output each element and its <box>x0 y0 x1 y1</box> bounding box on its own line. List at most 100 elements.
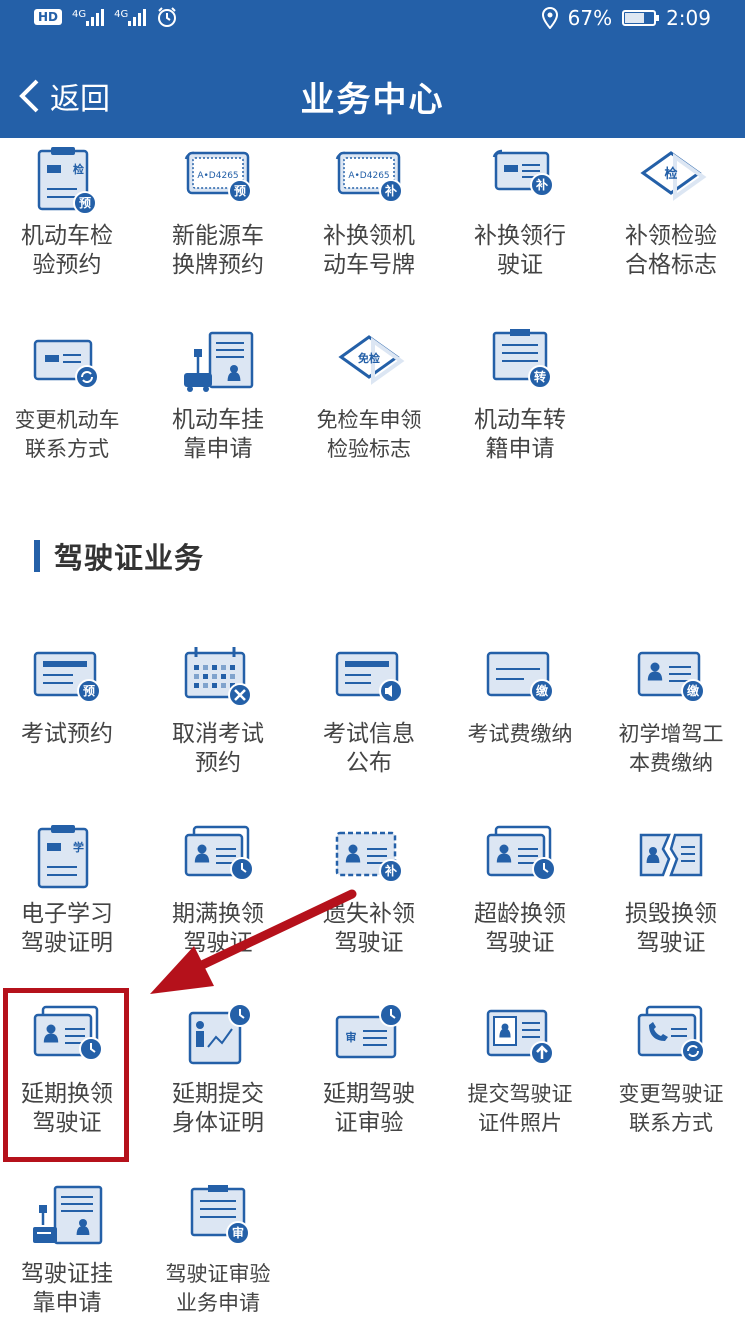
battery-icon <box>622 10 660 26</box>
service-item[interactable]: 补补换领行 驶证 <box>445 138 595 288</box>
service-label: 补换领机 动车号牌 <box>323 223 415 278</box>
exam-fee-card-icon: 缴 <box>486 651 554 703</box>
service-item[interactable]: 审延期驾驶 证审验 <box>294 996 444 1146</box>
service-label: 超龄换领 驾驶证 <box>474 901 566 956</box>
exam-announce-icon <box>335 651 403 703</box>
service-icon: 转 <box>470 322 570 402</box>
service-label: 延期提交 身体证明 <box>172 1081 264 1136</box>
service-item[interactable]: A•D4265 预新能源车 换牌预约 <box>143 138 293 288</box>
svg-text:免检: 免检 <box>358 351 380 365</box>
service-label: 变更驾驶证 联系方式 <box>618 1082 724 1135</box>
service-icon: 缴 <box>621 636 721 716</box>
service-icon <box>17 1176 117 1256</box>
service-label: 电子学习 驾驶证明 <box>21 901 113 956</box>
audit-card-clock-icon: 审 <box>335 1003 403 1059</box>
service-item[interactable]: 缴初学增驾工 本费缴纳 <box>596 636 745 786</box>
service-item[interactable]: 变更机动车 联系方式 <box>0 322 142 472</box>
calendar-cancel-icon <box>184 647 252 707</box>
service-item[interactable]: 预考试预约 <box>0 636 142 786</box>
service-item[interactable]: 取消考试 预约 <box>143 636 293 786</box>
service-label: 补领检验 合格标志 <box>625 223 717 278</box>
damaged-card-icon <box>639 833 703 877</box>
service-label: 补换领行 驶证 <box>474 223 566 278</box>
document-transfer-icon: 转 <box>492 329 552 389</box>
svg-text:补: 补 <box>384 183 397 198</box>
svg-text:补: 补 <box>535 177 548 192</box>
service-icon <box>470 996 570 1076</box>
service-item[interactable]: 考试信息 公布 <box>294 636 444 786</box>
status-bar: HD 4G 4G 67% 2:09 <box>0 0 745 40</box>
car-document-icon <box>184 331 254 392</box>
service-item[interactable]: 延期提交 身体证明 <box>143 996 293 1146</box>
svg-text:A•D4265: A•D4265 <box>197 171 238 181</box>
signal-bars-icon <box>86 8 105 26</box>
service-icon: 补 <box>319 816 419 896</box>
service-item[interactable]: 缴考试费缴纳 <box>445 636 595 786</box>
service-label: 考试信息 公布 <box>323 721 415 776</box>
license-section-header: 驾驶证业务 <box>34 538 205 575</box>
license-document-icon <box>33 1185 103 1245</box>
service-icon <box>621 816 721 896</box>
service-label: 期满换领 驾驶证 <box>172 901 264 956</box>
service-icon: 预 <box>17 636 117 716</box>
lost-card-icon: 补 <box>335 831 403 883</box>
exam-card-icon: 预 <box>33 651 101 703</box>
service-item[interactable]: 驾驶证挂 靠申请 <box>0 1176 142 1326</box>
svg-text:学: 学 <box>73 840 84 854</box>
service-item[interactable]: 学电子学习 驾驶证明 <box>0 816 142 966</box>
service-item[interactable]: 检补领检验 合格标志 <box>596 138 745 288</box>
page-title: 业务中心 <box>300 80 445 120</box>
service-item[interactable]: 审驾驶证审验 业务申请 <box>143 1176 293 1326</box>
license-plate-icon: A•D4265 预 <box>184 151 252 203</box>
service-icon <box>168 322 268 402</box>
service-item[interactable]: 期满换领 驾驶证 <box>143 816 293 966</box>
service-icon: A•D4265 预 <box>168 138 268 218</box>
service-item[interactable]: 提交驾驶证 证件照片 <box>445 996 595 1146</box>
service-item[interactable]: 损毁换领 驾驶证 <box>596 816 745 966</box>
svg-text:审: 审 <box>346 1030 357 1044</box>
service-item[interactable]: 免检免检车申领 检验标志 <box>294 322 444 472</box>
svg-text:检: 检 <box>73 162 84 176</box>
svg-text:预: 预 <box>79 196 91 210</box>
service-item[interactable]: 补遗失补领 驾驶证 <box>294 816 444 966</box>
service-label: 机动车检 验预约 <box>21 223 113 278</box>
service-item[interactable]: 变更驾驶证 联系方式 <box>596 996 745 1146</box>
battery-fill <box>625 13 644 23</box>
svg-text:审: 审 <box>232 1225 244 1240</box>
service-label: 延期驾驶 证审验 <box>323 1081 415 1136</box>
svg-text:检: 检 <box>664 166 677 182</box>
person-card-fee-icon: 缴 <box>637 651 705 703</box>
service-label: 初学增驾工 本费缴纳 <box>618 722 724 775</box>
service-item[interactable]: 机动车挂 靠申请 <box>143 322 293 472</box>
license-plate-icon: A•D4265 补 <box>335 151 403 203</box>
signal-2: 4G <box>114 8 147 26</box>
service-icon <box>319 636 419 716</box>
section-title: 驾驶证业务 <box>54 541 205 575</box>
svg-text:A•D4265: A•D4265 <box>348 171 389 181</box>
nav-bar: 返回 业务中心 <box>0 52 745 138</box>
driving-permit-icon: 补 <box>492 149 554 197</box>
service-item[interactable]: 转机动车转 籍申请 <box>445 322 595 472</box>
service-icon <box>621 996 721 1076</box>
service-icon: 审 <box>168 1176 268 1256</box>
phone-card-sync-icon <box>637 1005 705 1063</box>
service-item[interactable]: 超龄换领 驾驶证 <box>445 816 595 966</box>
person-card-clock-icon <box>486 825 556 881</box>
service-label: 机动车挂 靠申请 <box>172 407 264 462</box>
location-icon <box>541 7 558 29</box>
service-item[interactable]: 检预机动车检 验预约 <box>0 138 142 288</box>
section-accent-bar <box>34 540 40 572</box>
clock-time: 2:09 <box>666 6 711 30</box>
highlight-box <box>3 988 129 1162</box>
service-icon <box>168 996 268 1076</box>
service-label: 免检车申领 检验标志 <box>316 408 422 461</box>
service-item[interactable]: A•D4265 补补换领机 动车号牌 <box>294 138 444 288</box>
svg-text:补: 补 <box>384 863 397 878</box>
service-icon: 学 <box>17 816 117 896</box>
service-icon: 补 <box>470 138 570 218</box>
signal-bars-icon <box>128 8 147 26</box>
battery-percent: 67% <box>567 6 613 30</box>
hd-badge: HD <box>34 9 63 25</box>
inspection-clipboard-icon: 检预 <box>37 147 97 215</box>
service-icon <box>470 816 570 896</box>
